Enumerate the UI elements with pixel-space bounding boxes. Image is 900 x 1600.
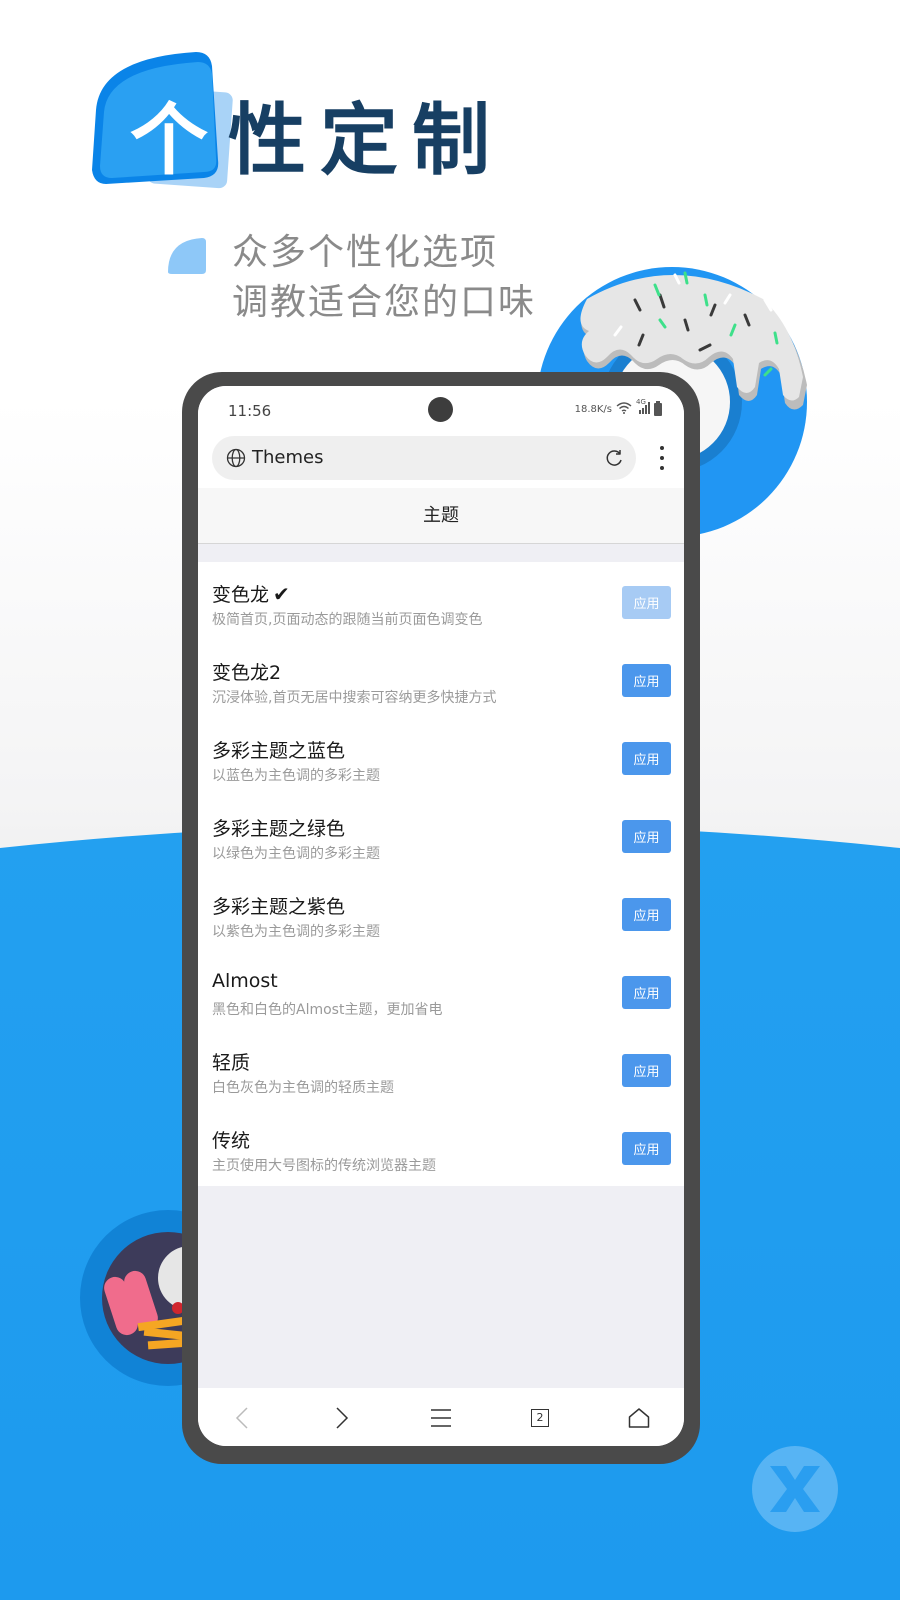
hero-title: 性定制 xyxy=(228,96,505,186)
theme-name: 变色龙2 xyxy=(212,662,282,684)
theme-item: Almost 黑色和白色的Almost主题，更加省电 应用 xyxy=(198,952,684,1030)
selected-check-icon: ✔ xyxy=(273,582,290,606)
forward-icon[interactable] xyxy=(328,1404,356,1432)
status-bar: 11:56 18.8K/s 4G xyxy=(198,386,684,434)
theme-description: 主页使用大号图标的传统浏览器主题 xyxy=(212,1158,436,1174)
subtitle: 众多个性化选项 调教适合您的口味 xyxy=(232,228,536,328)
page-title: 主题 xyxy=(198,488,684,544)
theme-description: 极简首页,页面动态的跟随当前页面色调变色 xyxy=(212,612,483,628)
theme-item: 传统 主页使用大号图标的传统浏览器主题 应用 xyxy=(198,1108,684,1186)
theme-item: 变色龙2 沉浸体验,首页无居中搜索可容纳更多快捷方式 应用 xyxy=(198,640,684,718)
subtitle-line-2: 调教适合您的口味 xyxy=(232,282,537,323)
network-type: 4G xyxy=(636,398,646,406)
apply-button[interactable]: 应用 xyxy=(622,1054,671,1087)
globe-icon xyxy=(226,448,246,468)
home-icon[interactable] xyxy=(625,1404,653,1432)
theme-item: 多彩主题之蓝色 以蓝色为主色调的多彩主题 应用 xyxy=(198,718,684,796)
theme-name: 传统 xyxy=(212,1130,251,1152)
apply-button[interactable]: 应用 xyxy=(622,586,671,619)
phone-screen: 11:56 18.8K/s 4G Themes 主题 变色龙 ✔ 极简首页,页面… xyxy=(198,386,684,1446)
back-icon[interactable] xyxy=(228,1404,256,1432)
apply-button[interactable]: 应用 xyxy=(622,664,671,697)
address-bar[interactable]: Themes xyxy=(212,436,636,480)
hero-title-first-char: 个 xyxy=(130,96,209,186)
wifi-icon xyxy=(616,402,632,417)
status-time: 11:56 xyxy=(228,402,272,420)
phone-frame: 11:56 18.8K/s 4G Themes 主题 变色龙 ✔ 极简首页,页面… xyxy=(182,372,700,1464)
signal-icon: 4G xyxy=(636,398,650,417)
subtitle-line-1: 众多个性化选项 xyxy=(232,232,499,273)
theme-name: 多彩主题之紫色 xyxy=(212,896,346,918)
tab-count: 2 xyxy=(531,1409,549,1427)
subtitle-marker-icon xyxy=(168,236,208,276)
theme-item: 多彩主题之紫色 以紫色为主色调的多彩主题 应用 xyxy=(198,874,684,952)
bottom-navigation: 2 xyxy=(198,1388,684,1446)
front-camera xyxy=(428,397,453,422)
theme-description: 沉浸体验,首页无居中搜索可容纳更多快捷方式 xyxy=(212,690,497,706)
browser-toolbar: Themes xyxy=(198,434,684,488)
theme-name: 多彩主题之绿色 xyxy=(212,818,346,840)
theme-description: 以蓝色为主色调的多彩主题 xyxy=(212,768,380,784)
address-text[interactable]: Themes xyxy=(252,447,323,468)
theme-description: 黑色和白色的Almost主题，更加省电 xyxy=(212,1002,443,1018)
network-speed: 18.8K/s xyxy=(574,404,612,415)
more-options-icon[interactable] xyxy=(658,446,666,470)
menu-icon[interactable] xyxy=(427,1404,455,1432)
theme-name: 变色龙 xyxy=(212,584,270,606)
tabs-icon[interactable]: 2 xyxy=(526,1404,554,1432)
apply-button[interactable]: 应用 xyxy=(622,820,671,853)
theme-item: 变色龙 ✔ 极简首页,页面动态的跟随当前页面色调变色 应用 xyxy=(198,562,684,640)
theme-description: 以紫色为主色调的多彩主题 xyxy=(212,924,380,940)
apply-button[interactable]: 应用 xyxy=(622,976,671,1009)
theme-item: 多彩主题之绿色 以绿色为主色调的多彩主题 应用 xyxy=(198,796,684,874)
theme-name: Almost xyxy=(212,970,278,992)
reload-icon[interactable] xyxy=(604,448,624,468)
theme-description: 以绿色为主色调的多彩主题 xyxy=(212,846,380,862)
theme-name: 轻质 xyxy=(212,1052,251,1074)
theme-description: 白色灰色为主色调的轻质主题 xyxy=(212,1080,394,1096)
theme-item: 轻质 白色灰色为主色调的轻质主题 应用 xyxy=(198,1030,684,1108)
theme-list: 变色龙 ✔ 极简首页,页面动态的跟随当前页面色调变色 应用 变色龙2 沉浸体验,首… xyxy=(198,562,684,1186)
theme-name: 多彩主题之蓝色 xyxy=(212,740,346,762)
brand-x-badge-icon xyxy=(752,1446,838,1532)
apply-button[interactable]: 应用 xyxy=(622,742,671,775)
apply-button[interactable]: 应用 xyxy=(622,1132,671,1165)
status-icons: 18.8K/s 4G xyxy=(574,398,662,417)
battery-icon xyxy=(654,401,662,416)
apply-button[interactable]: 应用 xyxy=(622,898,671,931)
